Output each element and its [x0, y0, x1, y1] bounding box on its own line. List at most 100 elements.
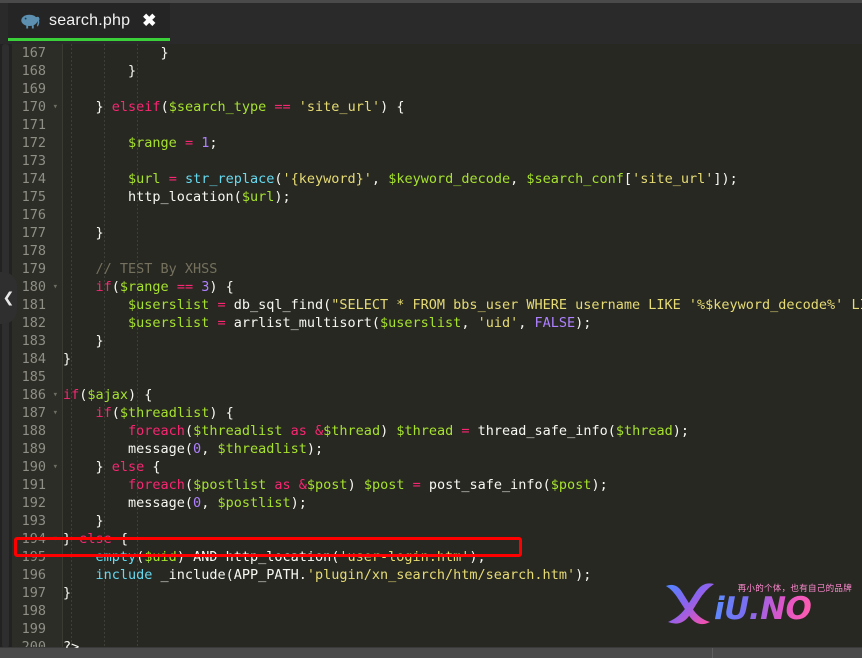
php-elephant-icon: [21, 14, 40, 28]
line-number: 189: [21, 441, 46, 457]
code-token: as: [290, 423, 307, 439]
code-token: }: [63, 531, 80, 547]
code-token: 'user-login.htm': [339, 549, 470, 565]
code-token: =: [461, 423, 470, 439]
code-line[interactable]: $url = str_replace('{keyword}', $keyword…: [63, 170, 862, 188]
code-token: if: [63, 387, 80, 403]
line-number: 174: [21, 171, 46, 187]
code-token: }: [63, 459, 112, 475]
code-line[interactable]: message(0, $threadlist);: [63, 440, 862, 458]
code-line[interactable]: [63, 368, 862, 386]
code-token: $thread: [396, 423, 454, 439]
line-number: 199: [21, 621, 46, 637]
code-token: }: [63, 225, 104, 241]
code-line[interactable]: }: [63, 512, 862, 530]
code-content[interactable]: } } } elseif($search_type == 'site_url')…: [63, 44, 862, 648]
line-number: 170 ▾: [21, 98, 58, 116]
code-token: }: [63, 351, 72, 367]
code-line[interactable]: empty($uid) AND http_location('user-logi…: [63, 548, 862, 566]
fold-arrow-icon[interactable]: ▾: [53, 404, 58, 422]
code-token: 'plugin/xn_search/htm/search.htm': [306, 567, 576, 583]
line-number: 192: [21, 495, 46, 511]
line-number: 187 ▾: [21, 404, 58, 422]
code-line[interactable]: foreach($threadlist as &$thread) $thread…: [63, 422, 862, 440]
code-token: $range: [128, 135, 177, 151]
code-token: if: [95, 279, 112, 295]
code-line[interactable]: message(0, $postlist);: [63, 494, 862, 512]
fold-arrow-icon[interactable]: ▾: [53, 278, 58, 296]
editor-surface: ❮ 167 168 169 170 ▾ 171 172 173 174 175 176 177 178 1…: [0, 44, 862, 648]
code-line[interactable]: [63, 80, 862, 98]
code-line[interactable]: [63, 206, 862, 224]
code-line[interactable]: } else {: [63, 458, 862, 476]
code-token: $post: [306, 477, 348, 493]
code-line[interactable]: if($threadlist) {: [63, 404, 862, 422]
code-line[interactable]: foreach($postlist as &$post) $post = pos…: [63, 476, 862, 494]
code-line[interactable]: http_location($url);: [63, 188, 862, 206]
code-token: $threadlist: [119, 405, 210, 421]
code-token: thread_safe_info(: [469, 423, 616, 439]
code-token: ) {: [209, 405, 234, 421]
code-line[interactable]: if($range == 3) {: [63, 278, 862, 296]
code-line[interactable]: // TEST By XHSS: [63, 260, 862, 278]
code-token: 'site_url': [632, 171, 714, 187]
code-token: else: [111, 459, 145, 475]
code-token: foreach: [128, 477, 185, 493]
fold-arrow-icon[interactable]: ▾: [53, 98, 58, 116]
left-scrollbar-thumb[interactable]: [2, 44, 9, 648]
code-token: message(: [63, 441, 194, 457]
code-line[interactable]: } elseif($search_type == 'site_url') {: [63, 98, 862, 116]
line-number: 173: [21, 153, 46, 169]
code-line[interactable]: }: [63, 332, 862, 350]
code-line[interactable]: }: [63, 62, 862, 80]
line-number: 177: [21, 225, 46, 241]
fold-arrow-icon[interactable]: ▾: [53, 386, 58, 404]
code-token: _include(APP_PATH.: [152, 567, 307, 583]
close-icon[interactable]: ✖: [142, 12, 156, 29]
sidebar-collapse-handle[interactable]: ❮: [0, 272, 17, 324]
code-line[interactable]: if($ajax) {: [63, 386, 862, 404]
code-token: ): [347, 477, 364, 493]
code-line[interactable]: [63, 152, 862, 170]
code-token: );: [469, 549, 486, 565]
fold-arrow-icon[interactable]: ▾: [53, 458, 58, 476]
code-token: ,: [510, 171, 527, 187]
code-token: $thread: [615, 423, 673, 439]
tab-search-php[interactable]: search.php ✖: [8, 3, 171, 41]
line-number: 198: [21, 603, 46, 619]
code-token: $range: [119, 279, 169, 295]
code-line[interactable]: $range = 1;: [63, 134, 862, 152]
code-line[interactable]: }: [63, 350, 862, 368]
code-token: (: [184, 477, 194, 493]
code-token: $userslist: [128, 315, 210, 331]
code-token: ,: [371, 171, 389, 187]
code-line[interactable]: } else {: [63, 530, 862, 548]
left-scrollbar-track[interactable]: [0, 44, 12, 648]
code-token: }: [63, 585, 72, 601]
code-line[interactable]: ?>: [63, 638, 862, 648]
code-token: );: [306, 441, 324, 457]
line-number: 190 ▾: [21, 458, 58, 476]
line-number: 172: [21, 135, 46, 151]
fold-arrow-icon[interactable]: ▾: [53, 530, 58, 548]
code-token: }: [63, 333, 104, 349]
code-token: &: [298, 477, 307, 493]
code-token: =: [217, 297, 226, 313]
code-line[interactable]: $userslist = db_sql_find("SELECT * FROM …: [63, 296, 862, 314]
code-token: as: [274, 477, 291, 493]
code-token: $url: [241, 189, 275, 205]
code-line[interactable]: [63, 242, 862, 260]
line-number: 178: [21, 243, 46, 259]
code-line[interactable]: }: [63, 224, 862, 242]
code-token: db_sql_find(: [225, 297, 332, 313]
line-number: 197: [21, 585, 46, 601]
code-token: ;: [209, 135, 218, 151]
code-line[interactable]: [63, 116, 862, 134]
code-line[interactable]: $userslist = arrlist_multisort($userslis…: [63, 314, 862, 332]
code-token: &: [315, 423, 324, 439]
code-token: {: [111, 531, 129, 547]
code-line[interactable]: }: [63, 44, 862, 62]
